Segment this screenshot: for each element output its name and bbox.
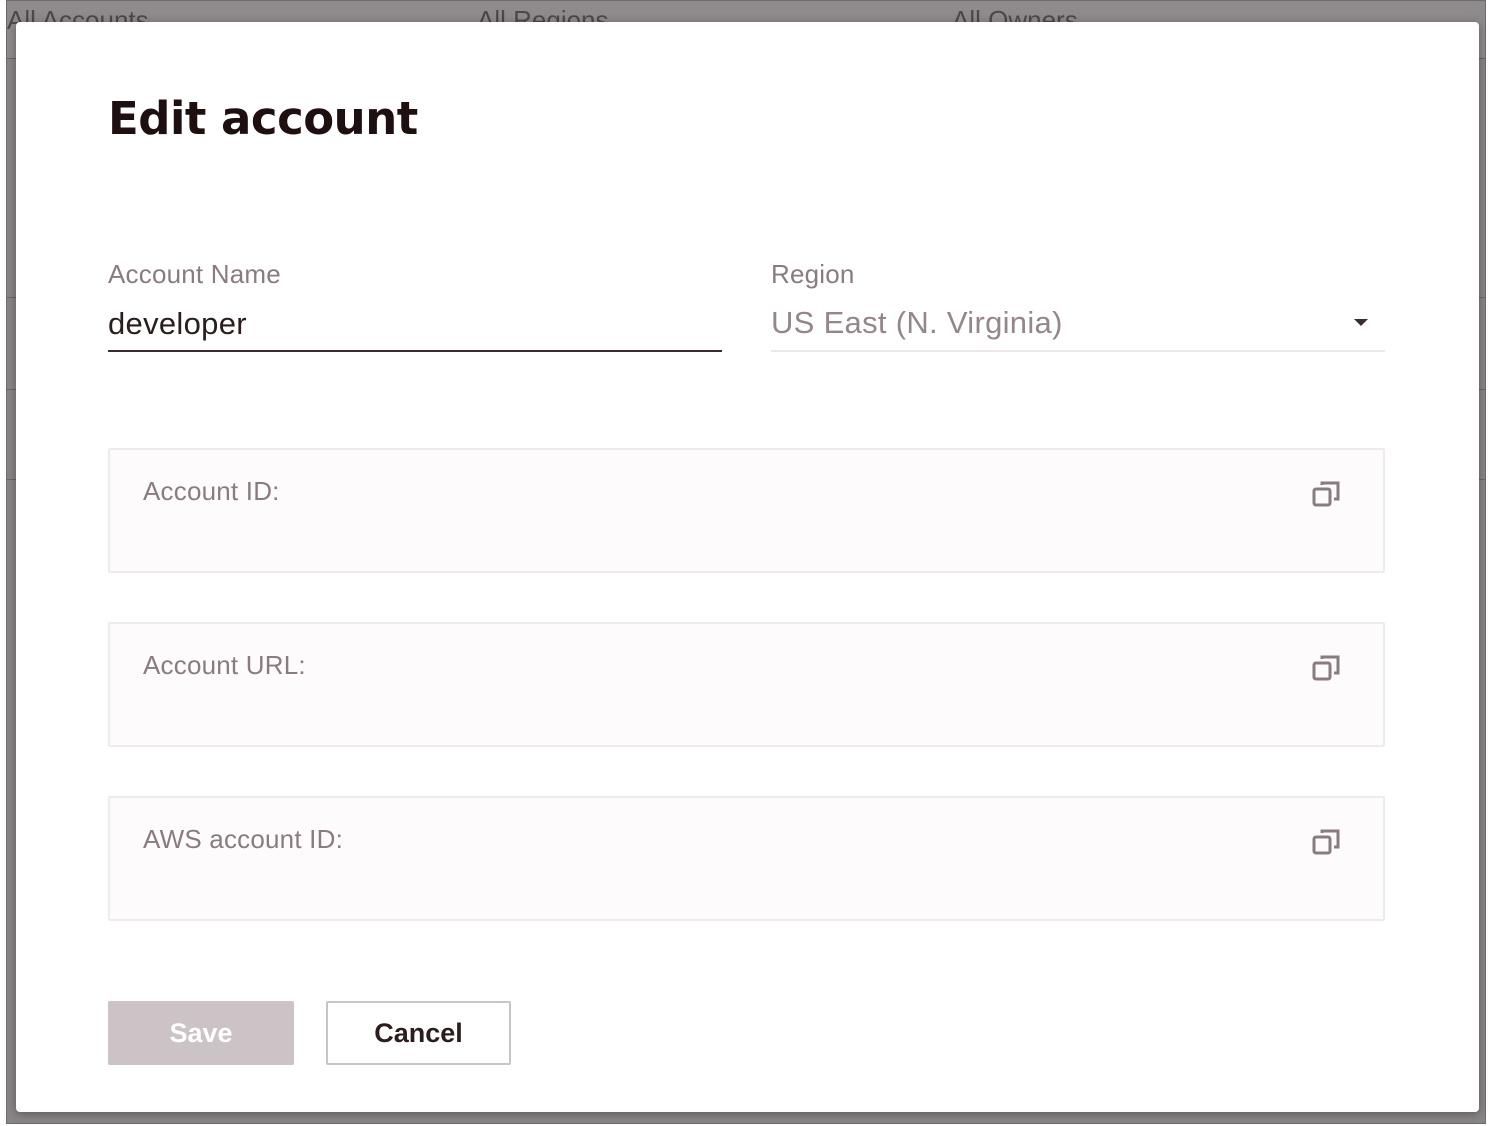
edit-account-dialog: Edit account Account Name Region US East…: [16, 22, 1479, 1112]
account-name-input[interactable]: [108, 298, 722, 352]
account-url-label: Account URL:: [143, 650, 306, 680]
copy-icon[interactable]: [1311, 826, 1343, 858]
copy-icon[interactable]: [1311, 652, 1343, 684]
cancel-button[interactable]: Cancel: [326, 1001, 511, 1065]
account-id-label: Account ID:: [143, 476, 280, 506]
region-select[interactable]: US East (N. Virginia): [771, 298, 1385, 352]
account-url-card: Account URL:: [108, 622, 1385, 747]
region-label: Region: [771, 259, 855, 289]
save-button[interactable]: Save: [108, 1001, 294, 1065]
region-selected-value: US East (N. Virginia): [771, 305, 1063, 340]
account-id-card: Account ID:: [108, 448, 1385, 573]
dialog-title: Edit account: [108, 92, 418, 145]
chevron-down-icon: [1354, 319, 1368, 326]
aws-account-id-label: AWS account ID:: [143, 824, 343, 854]
account-name-label: Account Name: [108, 259, 281, 289]
copy-icon[interactable]: [1311, 478, 1343, 510]
aws-account-id-card: AWS account ID:: [108, 796, 1385, 921]
